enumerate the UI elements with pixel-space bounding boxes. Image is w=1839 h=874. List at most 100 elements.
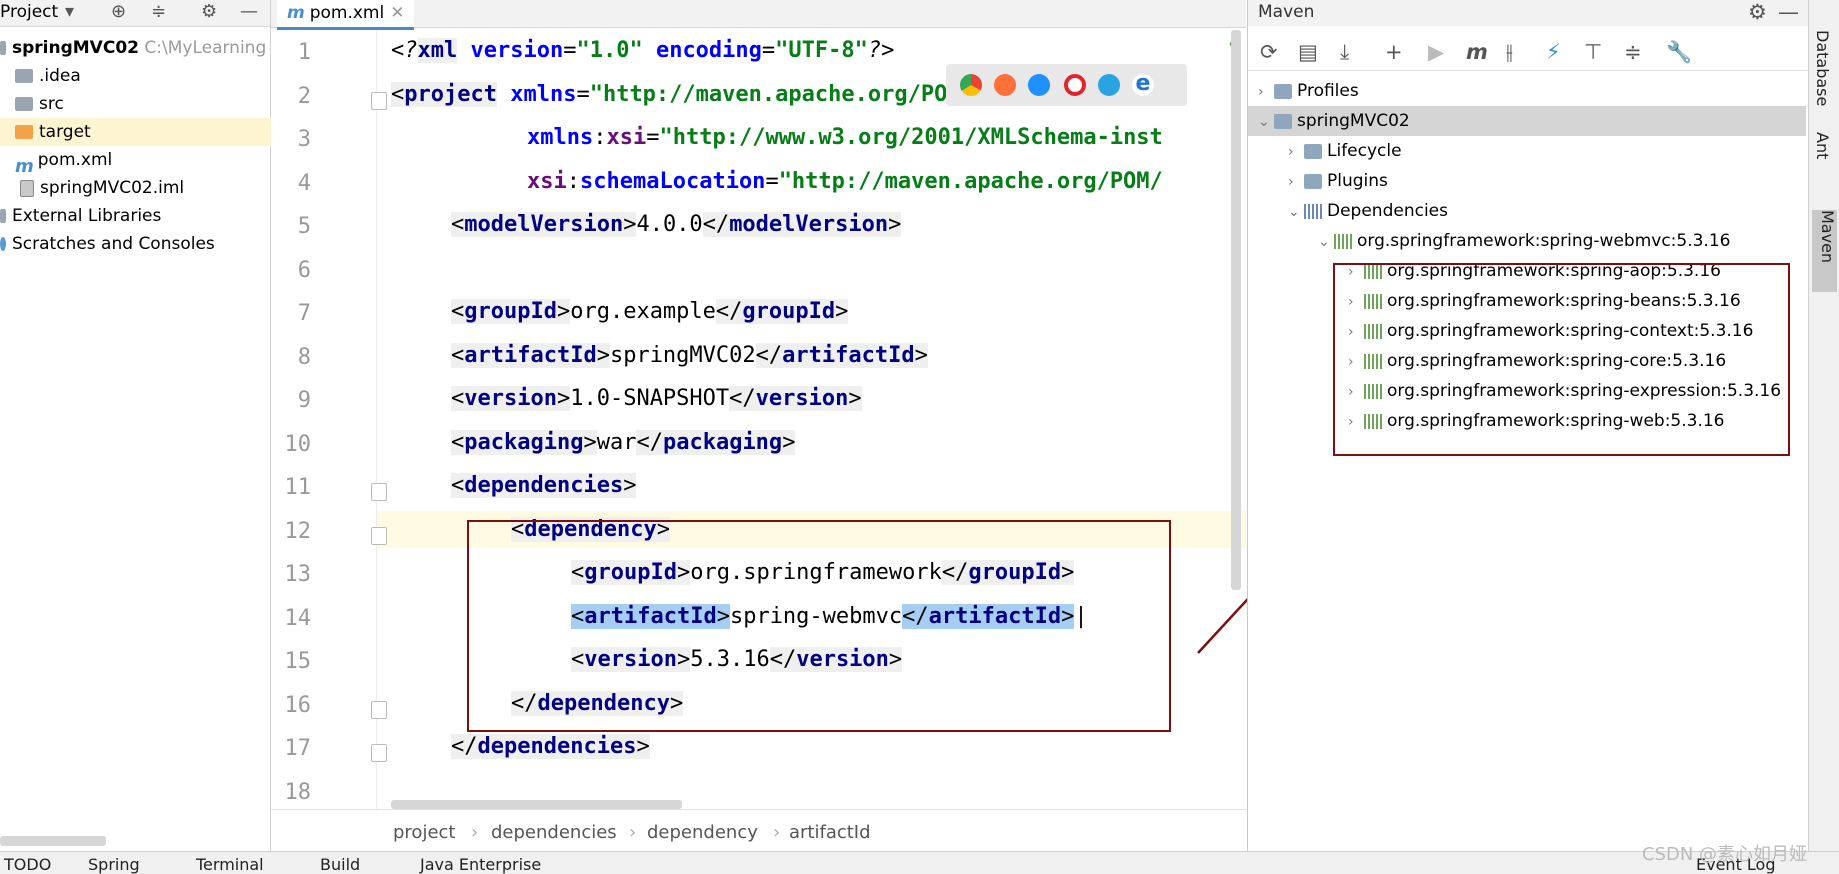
tree-item-external-libraries[interactable]: External Libraries xyxy=(0,202,270,230)
project-horizontal-scrollbar[interactable] xyxy=(0,836,106,846)
skip-tests-icon[interactable]: ⚡ xyxy=(1546,40,1561,64)
chevron-right-icon[interactable]: › xyxy=(1258,77,1274,107)
tree-item-idea[interactable]: .idea xyxy=(0,62,285,90)
maven-item-lifecycle[interactable]: › Lifecycle xyxy=(1288,136,1402,166)
line-number: 9 xyxy=(297,388,311,413)
fold-marker[interactable] xyxy=(371,92,387,110)
tab-ant[interactable]: Ant xyxy=(1813,132,1832,159)
breadcrumb-separator: › xyxy=(471,822,479,843)
maven-item-plugins[interactable]: › Plugins xyxy=(1288,166,1388,196)
line-number: 5 xyxy=(297,214,311,239)
code-line-10: <packaging>war</packaging> xyxy=(451,430,796,455)
opera-icon[interactable] xyxy=(1064,74,1086,96)
tree-item-pom-xml[interactable]: m pom.xml xyxy=(0,146,285,174)
line-number: 4 xyxy=(297,171,311,196)
scratches-icon xyxy=(0,237,6,251)
module-folder-icon xyxy=(0,41,6,55)
plugins-icon xyxy=(1304,173,1322,189)
line-number: 14 xyxy=(284,606,312,631)
code-line-5: <modelVersion>4.0.0</modelVersion> xyxy=(451,212,902,237)
tool-terminal[interactable]: Terminal xyxy=(196,855,264,874)
browser-preview-icons: e xyxy=(946,64,1187,106)
ie-icon[interactable]: e xyxy=(1132,73,1154,96)
right-tool-strip: Database Ant Maven xyxy=(1808,0,1839,851)
close-icon[interactable]: ✕ xyxy=(390,3,404,23)
line-number: 10 xyxy=(284,432,312,457)
code-line-17: </dependencies> xyxy=(451,734,650,759)
code-line-1: <?xml version="1.0" encoding="UTF-8"?> xyxy=(391,38,895,63)
watermark: CSDN @素心如月娅 xyxy=(1642,844,1808,865)
tool-todo[interactable]: TODO xyxy=(4,855,51,874)
chevron-down-icon[interactable]: ⌄ xyxy=(1318,227,1334,257)
maven-item-root-dependency[interactable]: ⌄ org.springframework:spring-webmvc:5.3.1… xyxy=(1318,226,1730,256)
line-number: 13 xyxy=(284,562,312,587)
annotation-box-dependency xyxy=(467,520,1171,732)
line-number: 17 xyxy=(284,736,312,761)
breadcrumb-item[interactable]: artifactId xyxy=(789,822,871,843)
tool-java-enterprise[interactable]: Java Enterprise xyxy=(420,855,541,874)
minimize-icon[interactable]: — xyxy=(1778,0,1799,24)
editor: m pom.xml ✕ 1 2 3 4 5 6 7 8 9 10 11 12 13 … xyxy=(271,0,1246,852)
profiles-icon xyxy=(1274,83,1292,99)
maven-panel-title: Maven xyxy=(1258,2,1315,22)
breadcrumb-item[interactable]: dependencies xyxy=(491,822,617,843)
collapse-all-icon[interactable]: ≑ xyxy=(151,1,166,22)
fold-marker[interactable] xyxy=(371,744,387,762)
locate-icon[interactable]: ⊕ xyxy=(111,1,126,22)
library-icon xyxy=(1334,233,1352,249)
maven-item-project[interactable]: ⌄ springMVC02 xyxy=(1248,106,1806,136)
tree-item-target[interactable]: target xyxy=(0,118,285,146)
chevron-down-icon[interactable]: ⌄ xyxy=(1288,197,1304,227)
code-line-9: <version>1.0-SNAPSHOT</version> xyxy=(451,386,862,411)
safari-icon[interactable] xyxy=(1028,74,1050,96)
reload-icon[interactable]: ⟳ xyxy=(1260,40,1278,64)
fold-marker[interactable] xyxy=(371,483,387,501)
firefox-icon[interactable] xyxy=(994,74,1016,96)
line-number: 11 xyxy=(284,475,312,500)
line-number: 1 xyxy=(297,40,311,65)
fold-marker[interactable] xyxy=(371,701,387,719)
tool-spring[interactable]: Spring xyxy=(88,855,140,874)
edge-icon[interactable] xyxy=(1098,74,1120,96)
show-dependencies-icon[interactable]: ⊤ xyxy=(1584,40,1602,64)
download-icon[interactable]: ⤓ xyxy=(1340,40,1349,65)
breadcrumb-item[interactable]: project xyxy=(393,822,455,843)
breadcrumb-separator: › xyxy=(773,822,781,843)
run-icon[interactable]: ▶ xyxy=(1428,40,1444,64)
chrome-icon[interactable] xyxy=(960,74,982,96)
minimize-icon[interactable]: — xyxy=(240,1,258,22)
code-line-8: <artifactId>springMVC02</artifactId> xyxy=(451,343,928,368)
breadcrumb-item[interactable]: dependency xyxy=(647,822,758,843)
tool-build[interactable]: Build xyxy=(320,855,360,874)
execute-goal-icon[interactable]: m xyxy=(1466,40,1488,64)
add-project-icon[interactable]: ▤ xyxy=(1298,40,1318,64)
lifecycle-icon xyxy=(1304,143,1322,159)
tree-item-springmvc02[interactable]: springMVC02 C:\MyLearning xyxy=(0,34,270,62)
tree-item-iml[interactable]: springMVC02.iml xyxy=(0,174,290,202)
fold-marker[interactable] xyxy=(371,527,387,545)
line-number: 7 xyxy=(297,301,311,326)
chevron-right-icon[interactable]: › xyxy=(1288,167,1304,197)
library-icon xyxy=(0,209,6,223)
tree-item-scratches[interactable]: Scratches and Consoles xyxy=(0,230,270,258)
collapse-all-icon[interactable]: ≑ xyxy=(1624,40,1642,64)
maven-item-profiles[interactable]: › Profiles xyxy=(1258,76,1359,106)
chevron-down-icon[interactable]: ⌄ xyxy=(1258,107,1274,137)
chevron-down-icon[interactable]: ▾ xyxy=(65,1,74,22)
gear-icon[interactable]: ⚙ xyxy=(201,1,217,22)
tab-pom-xml[interactable]: m pom.xml ✕ xyxy=(277,0,415,30)
tab-maven[interactable]: Maven xyxy=(1812,210,1837,292)
editor-horizontal-scrollbar[interactable] xyxy=(391,800,682,809)
toggle-offline-icon[interactable]: ⫲ xyxy=(1506,40,1513,65)
tab-database[interactable]: Database xyxy=(1813,30,1832,106)
breadcrumb-separator: › xyxy=(629,822,637,843)
gear-icon[interactable]: ⚙ xyxy=(1748,0,1767,24)
plus-icon[interactable]: + xyxy=(1385,40,1403,64)
chevron-right-icon[interactable]: › xyxy=(1288,137,1304,167)
line-number: 8 xyxy=(297,345,311,370)
code-line-7: <groupId>org.example</groupId> xyxy=(451,299,849,324)
project-panel-title[interactable]: Project xyxy=(0,2,58,22)
maven-item-dependencies[interactable]: ⌄ Dependencies xyxy=(1288,196,1448,226)
tree-item-src[interactable]: src xyxy=(0,90,285,118)
wrench-icon[interactable]: 🔧 xyxy=(1666,40,1692,65)
